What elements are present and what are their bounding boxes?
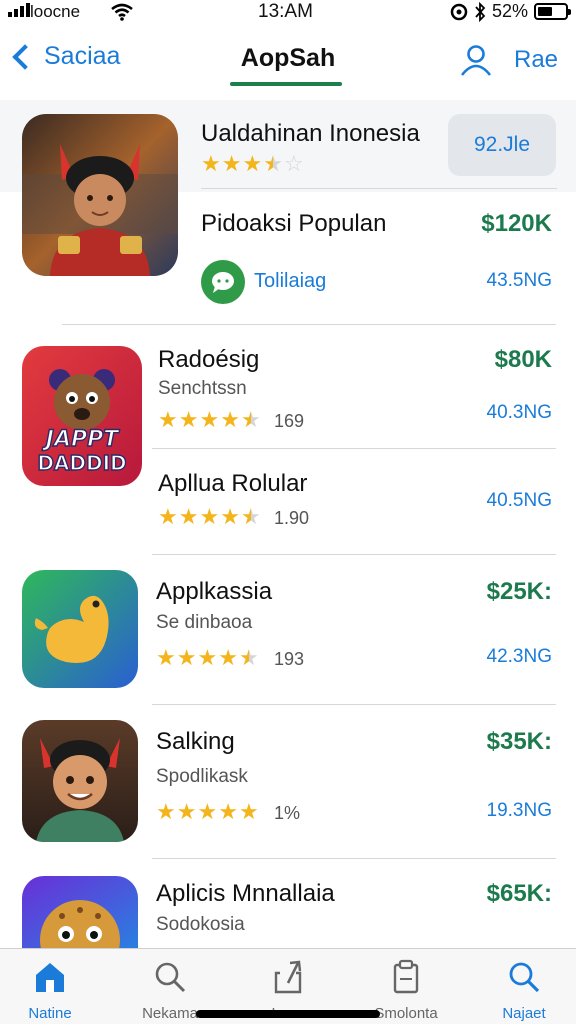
app-size: 40.3NG	[486, 402, 552, 423]
section-price: $120K	[481, 210, 552, 237]
featured-app-icon[interactable]	[22, 114, 178, 276]
status-bar: loocne 13:AM 52%	[0, 0, 576, 26]
tab-search-2[interactable]: Najaet	[476, 949, 572, 1024]
star-icon: ★	[201, 151, 221, 176]
app-name[interactable]: Radoésig	[158, 346, 259, 374]
divider	[62, 324, 556, 325]
star-icon: ★	[197, 799, 218, 824]
share-icon	[274, 960, 302, 994]
featured-app-name[interactable]: Ualdahinan Inonesia	[201, 120, 420, 148]
app-rating: ★ ★ ★ ★ ★	[158, 409, 261, 431]
star-icon: ★	[199, 504, 220, 529]
app-icon[interactable]	[22, 570, 138, 688]
star-icon: ★	[176, 645, 197, 670]
bluetooth-icon	[475, 1, 486, 22]
svg-text:DADDID: DADDID	[37, 451, 126, 475]
star-icon: ★	[220, 504, 240, 529]
person-icon[interactable]	[458, 42, 494, 78]
app-subtitle: Spodlikask	[156, 766, 248, 787]
star-icon: ★	[242, 151, 263, 176]
star-icon: ★	[199, 407, 220, 432]
app-price[interactable]: $25K:	[432, 578, 552, 606]
message-icon	[201, 260, 245, 304]
developer-size: 43.5NG	[486, 270, 552, 291]
app-icon[interactable]	[22, 876, 138, 948]
app-subtitle: Senchtssn	[158, 378, 247, 399]
app-icon[interactable]	[22, 720, 138, 842]
status-right: 52%	[450, 1, 572, 22]
home-icon	[36, 963, 64, 992]
app-store-screen: loocne 13:AM 52% Saciaa AopSah Rae Ualda…	[0, 0, 576, 1024]
tab-label: Najaet	[502, 1005, 546, 1022]
svg-text:JAPPT: JAPPT	[42, 427, 120, 452]
app-size: 19.3NG	[486, 800, 552, 821]
app-price[interactable]: $80K	[432, 346, 552, 374]
app-subtitle: Se dinbaoa	[156, 612, 253, 633]
battery-icon	[534, 3, 572, 20]
home-indicator[interactable]	[196, 1010, 380, 1018]
developer-link[interactable]: Tolilaiag	[254, 270, 326, 293]
star-icon: ★	[263, 151, 283, 176]
star-icon: ★	[240, 504, 261, 529]
star-icon: ★	[218, 799, 238, 824]
lock-rotation-icon	[450, 3, 468, 20]
app-rating: ★ ★ ★ ★ ★	[156, 801, 259, 823]
app-size: 40.5NG	[486, 490, 552, 511]
nav-right-link[interactable]: Rae	[514, 46, 558, 74]
star-icon: ★	[156, 645, 176, 670]
app-icon[interactable]: JAPPT DADDID	[22, 346, 142, 486]
star-icon: ★	[197, 645, 218, 670]
app-name[interactable]: Apllua Rolular	[158, 470, 307, 498]
featured-rating: ★ ★ ★ ★ ☆	[201, 153, 304, 175]
star-icon: ★	[158, 504, 178, 529]
app-price[interactable]: $65K:	[432, 880, 552, 908]
rating-count: 193	[274, 649, 305, 669]
star-icon: ★	[240, 407, 261, 432]
signal-icon	[8, 3, 30, 17]
star-icon: ★	[176, 799, 197, 824]
divider	[152, 448, 556, 449]
rating-count: 169	[274, 411, 305, 431]
battery-percent: 52%	[492, 1, 529, 21]
app-rating: ★ ★ ★ ★ ★	[158, 506, 261, 528]
section-title: Pidoaksi Populan	[201, 210, 387, 237]
nav-bar: Saciaa AopSah Rae	[0, 30, 576, 94]
app-name[interactable]: Aplicis Mnnallaia	[156, 880, 335, 908]
featured-price-button[interactable]: 92.Jle	[448, 114, 556, 176]
app-rating: ★ ★ ★ ★ ★	[156, 647, 259, 669]
star-icon: ★	[238, 645, 259, 670]
star-icon: ★	[158, 407, 178, 432]
app-name[interactable]: Applkassia	[156, 578, 272, 606]
search-icon	[509, 962, 540, 993]
divider	[152, 704, 556, 705]
wifi-icon	[111, 3, 133, 21]
app-size: 42.3NG	[486, 646, 552, 667]
star-icon: ★	[238, 799, 259, 824]
star-icon: ★	[156, 799, 176, 824]
search-icon	[155, 962, 186, 993]
divider	[152, 858, 556, 859]
app-price[interactable]: $35K:	[432, 728, 552, 756]
clipboard-icon	[393, 959, 419, 994]
rating-count: 1%	[274, 803, 301, 823]
rating-count: 1.90	[274, 508, 310, 528]
star-icon: ★	[178, 504, 199, 529]
divider	[201, 188, 557, 189]
star-icon: ★	[221, 151, 242, 176]
app-name[interactable]: Salking	[156, 728, 235, 756]
title-underline	[230, 82, 342, 86]
tab-home[interactable]: Natine	[2, 949, 98, 1024]
star-icon: ★	[218, 645, 238, 670]
tab-label: Natine	[28, 1005, 72, 1022]
clock: 13:AM	[258, 1, 313, 22]
app-subtitle: Sodokosia	[156, 914, 245, 935]
star-icon: ☆	[283, 151, 304, 176]
star-icon: ★	[220, 407, 240, 432]
divider	[152, 554, 556, 555]
carrier-name: loocne	[30, 2, 81, 21]
star-icon: ★	[178, 407, 199, 432]
